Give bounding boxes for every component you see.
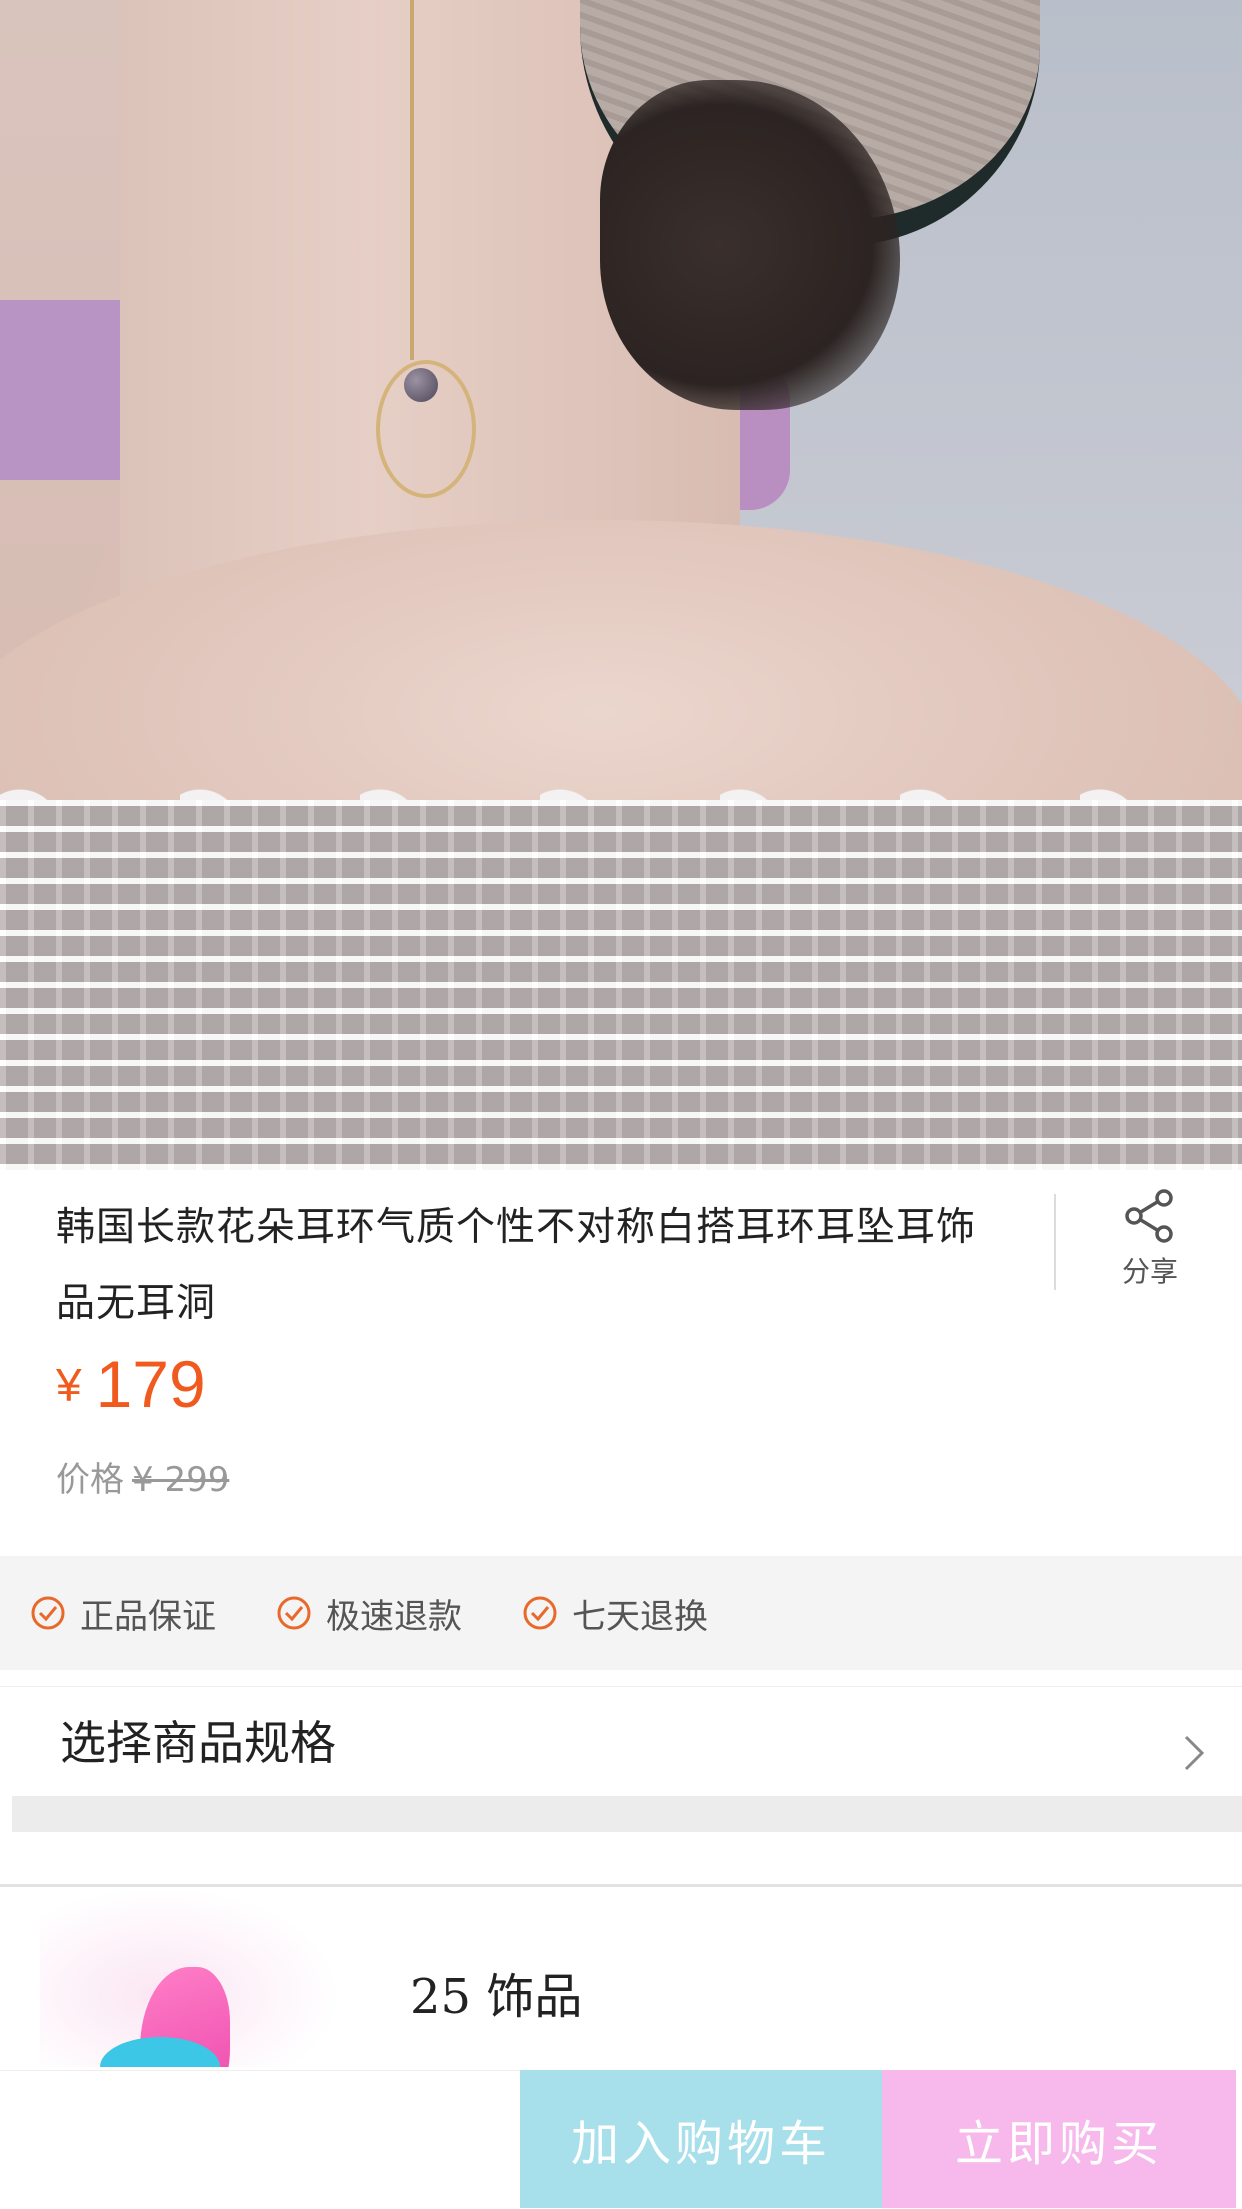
guarantee-item: 七天退换 bbox=[522, 1589, 708, 1638]
chevron-right-icon bbox=[1184, 1735, 1205, 1771]
spec-label: 选择商品规格 bbox=[60, 1716, 336, 1770]
share-label: 分享 bbox=[1121, 1255, 1178, 1288]
spec-selector[interactable]: 选择商品规格 bbox=[0, 1686, 1242, 1797]
store-logo bbox=[40, 1887, 340, 2067]
original-price: 价格 ¥ 299 bbox=[56, 1452, 229, 1501]
add-to-cart-button[interactable]: 加入购物车 bbox=[520, 2070, 882, 2208]
bottom-bar-blank bbox=[0, 2070, 520, 2209]
earring-pearl bbox=[404, 368, 438, 402]
section-gap bbox=[12, 1796, 1242, 1832]
blouse-fabric bbox=[0, 800, 1242, 1170]
original-price-label: 价格 bbox=[56, 1460, 124, 1500]
currency-symbol: ¥ bbox=[56, 1359, 82, 1411]
guarantee-item: 正品保证 bbox=[30, 1589, 216, 1638]
guarantee-bar: 正品保证 极速退款 七天退换 bbox=[0, 1556, 1242, 1670]
check-circle-icon bbox=[277, 1596, 311, 1630]
original-price-value: ¥ 299 bbox=[132, 1460, 230, 1500]
product-info: 韩国长款花朵耳环气质个性不对称白搭耳环耳坠耳饰品无耳洞 分享 ¥179 价格 ¥ … bbox=[0, 1170, 1242, 1550]
store-name: 25 饰品 bbox=[410, 1969, 583, 2025]
price-amount: 179 bbox=[95, 1347, 206, 1421]
share-divider bbox=[1054, 1194, 1056, 1290]
earring-chain bbox=[410, 0, 414, 360]
bottom-action-bar: 加入购物车 立即购买 bbox=[0, 2070, 1242, 2209]
guarantee-label: 极速退款 bbox=[326, 1596, 462, 1637]
buy-now-button[interactable]: 立即购买 bbox=[882, 2070, 1236, 2208]
check-circle-icon bbox=[523, 1596, 557, 1630]
guarantee-label: 正品保证 bbox=[80, 1596, 216, 1637]
check-circle-icon bbox=[31, 1596, 65, 1630]
guarantee-item: 极速退款 bbox=[276, 1589, 462, 1638]
share-button[interactable]: 分享 bbox=[1090, 1188, 1210, 1290]
current-price: ¥179 bbox=[56, 1346, 206, 1422]
share-icon bbox=[1125, 1189, 1173, 1243]
guarantee-label: 七天退换 bbox=[572, 1596, 708, 1637]
product-title: 韩国长款花朵耳环气质个性不对称白搭耳环耳坠耳饰品无耳洞 bbox=[56, 1205, 977, 1326]
store-card[interactable]: 25 饰品 bbox=[0, 1887, 1242, 2067]
product-image[interactable] bbox=[0, 0, 1242, 1170]
